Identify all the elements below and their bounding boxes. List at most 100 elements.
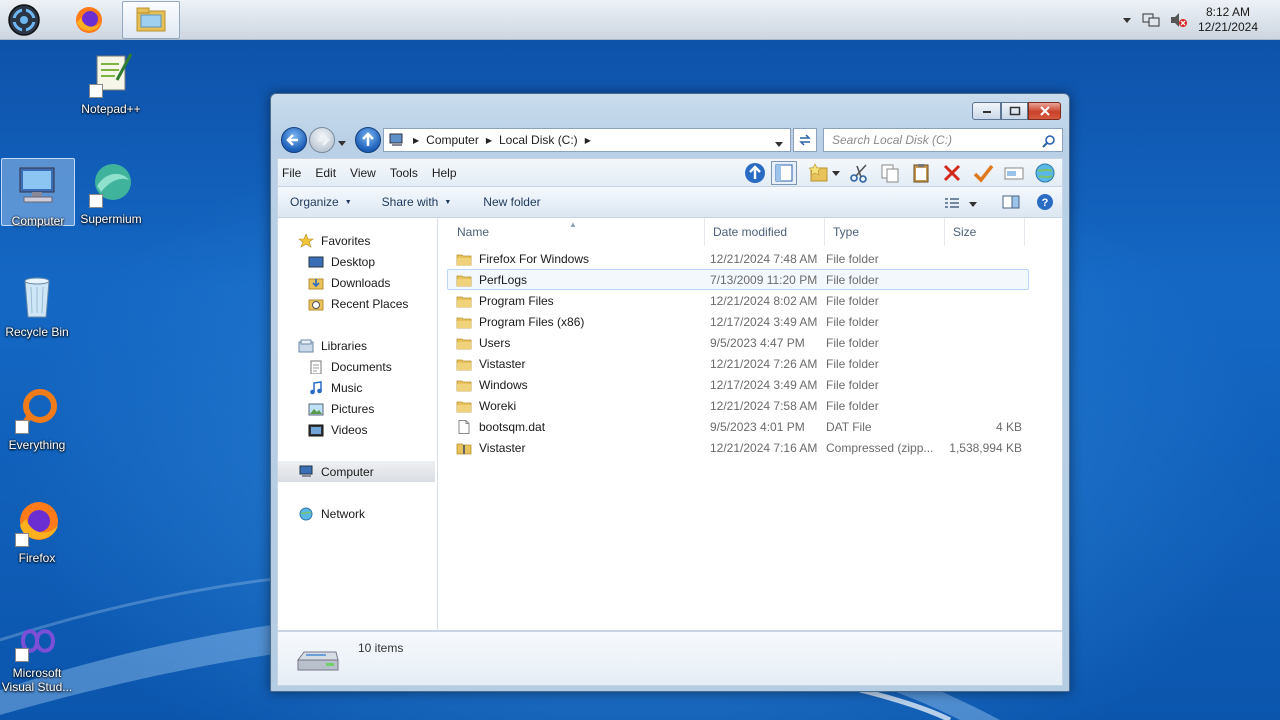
toolbar-delete-button[interactable] [939, 161, 965, 185]
address-bar[interactable]: ▶ Computer ▶ Local Disk (C:) ▶ [383, 128, 791, 152]
toolbar-preview-pane-button[interactable] [771, 161, 797, 185]
nav-downloads[interactable]: Downloads [278, 272, 437, 293]
folder-icon [456, 359, 472, 370]
forward-button[interactable] [309, 127, 335, 153]
menu-bar: File Edit View Tools Help [277, 158, 1063, 186]
triangle-down-icon [1122, 18, 1131, 23]
address-history-dropdown[interactable] [774, 137, 784, 151]
desktop-icon-computer[interactable]: Computer [1, 158, 75, 228]
desktop-icon-visual-studio[interactable]: Microsoft Visual Stud... [0, 624, 74, 694]
nav-pictures[interactable]: Pictures [278, 398, 437, 419]
table-row[interactable]: Windows 12/17/2024 3:49 AM File folder [447, 374, 1029, 395]
desktop-icon-recycle-bin[interactable]: Recycle Bin [0, 273, 74, 339]
visual-studio-icon [13, 624, 61, 662]
desktop-icon-firefox[interactable]: Firefox [0, 499, 74, 565]
nav-videos[interactable]: Videos [278, 419, 437, 440]
column-name[interactable]: ▲ Name [439, 218, 705, 246]
desktop-icon-everything[interactable]: Everything [0, 386, 74, 452]
show-hidden-icons-button[interactable] [1122, 16, 1132, 24]
maximize-button[interactable] [1001, 102, 1028, 120]
icon-toolbar [737, 161, 1058, 185]
toolbar-paste-button[interactable] [908, 161, 934, 185]
nav-desktop[interactable]: Desktop [278, 251, 437, 272]
desktop-icon-supermium[interactable]: Supermium [74, 160, 148, 226]
preview-pane-button[interactable] [1002, 195, 1020, 212]
scissors-icon [850, 164, 867, 183]
new-folder-button[interactable]: New folder [461, 195, 550, 209]
start-button[interactable] [6, 3, 42, 37]
nav-libraries[interactable]: Libraries [278, 335, 437, 356]
minimize-button[interactable] [972, 102, 1001, 120]
help-button[interactable]: ? [1036, 193, 1054, 214]
libraries-icon [298, 339, 314, 352]
table-row[interactable]: Woreki 12/21/2024 7:58 AM File folder [447, 395, 1029, 416]
taskbar-clock[interactable]: 8:12 AM 12/21/2024 [1198, 5, 1258, 35]
toolbar-folders-dropdown[interactable] [831, 161, 841, 185]
menu-view[interactable]: View [343, 166, 383, 180]
volume-tray-button[interactable] [1170, 12, 1188, 28]
breadcrumb-separator[interactable]: ▶ [413, 136, 419, 145]
nav-label: Computer [321, 464, 374, 479]
toolbar-rename-button[interactable] [1001, 161, 1027, 185]
table-row[interactable]: PerfLogs 7/13/2009 11:20 PM File folder [447, 269, 1029, 290]
recent-pages-dropdown[interactable] [337, 136, 347, 150]
menu-edit[interactable]: Edit [308, 166, 343, 180]
nav-favorites[interactable]: Favorites [278, 230, 437, 251]
toolbar-up-button[interactable] [742, 161, 768, 185]
chevron-down-icon [338, 141, 346, 146]
menu-help[interactable]: Help [425, 166, 464, 180]
taskbar-firefox-button[interactable] [60, 1, 118, 39]
column-date-modified[interactable]: Date modified [705, 218, 825, 246]
share-with-button[interactable]: Share with ▼ [362, 195, 462, 209]
table-row[interactable]: Program Files (x86) 12/17/2024 3:49 AM Fil… [447, 311, 1029, 332]
menu-tools[interactable]: Tools [383, 166, 425, 180]
table-row[interactable]: Users 9/5/2023 4:47 PM File folder [447, 332, 1029, 353]
globe-icon [1035, 163, 1055, 183]
checkmark-icon [973, 164, 994, 183]
breadcrumb-separator[interactable]: ▶ [486, 136, 492, 145]
change-view-button[interactable] [944, 197, 978, 211]
search-input[interactable] [832, 133, 1037, 147]
nav-computer[interactable]: Computer [278, 461, 435, 482]
toolbar-properties-button[interactable] [970, 161, 996, 185]
desktop-icon-label: Supermium [80, 212, 142, 226]
organize-button[interactable]: Organize ▼ [278, 195, 362, 209]
column-type[interactable]: Type [825, 218, 945, 246]
chevron-down-icon: ▼ [344, 198, 352, 206]
file-date: 12/17/2024 3:49 AM [710, 377, 818, 392]
pane-icon [775, 164, 793, 182]
file-type: File folder [826, 398, 879, 413]
refresh-button[interactable] [793, 128, 817, 152]
up-button[interactable] [355, 127, 381, 153]
nav-documents[interactable]: Documents [278, 356, 437, 377]
table-row[interactable]: bootsqm.dat 9/5/2023 4:01 PM DAT File 4 KB [447, 416, 1029, 437]
file-name-cell: Vistaster [448, 357, 706, 371]
search-box[interactable] [823, 128, 1063, 152]
desktop-icon-notepadpp[interactable]: Notepad++ [74, 50, 148, 116]
network-tray-button[interactable] [1142, 12, 1160, 28]
table-row[interactable]: Vistaster 12/21/2024 7:26 AM File folder [447, 353, 1029, 374]
menu-file[interactable]: File [278, 166, 308, 180]
folder-icon [456, 254, 472, 265]
nav-music[interactable]: Music [278, 377, 437, 398]
toolbar-folders-button[interactable] [809, 161, 829, 185]
toolbar-network-button[interactable] [1032, 161, 1058, 185]
back-button[interactable] [281, 127, 307, 153]
column-size[interactable]: Size [945, 218, 1025, 246]
breadcrumb-computer[interactable]: Computer [426, 133, 479, 147]
column-date-label: Date modified [713, 225, 788, 239]
table-row[interactable]: Program Files 12/21/2024 8:02 AM File fold… [447, 290, 1029, 311]
file-name: PerfLogs [479, 272, 528, 287]
breadcrumb-separator[interactable]: ▶ [585, 136, 591, 145]
nav-network[interactable]: Network [278, 503, 437, 524]
toolbar-copy-button[interactable] [877, 161, 903, 185]
nav-recent-places[interactable]: Recent Places [278, 293, 437, 314]
table-row[interactable]: Vistaster 12/21/2024 7:16 AM Compressed (z… [447, 437, 1029, 458]
toolbar-cut-button[interactable] [846, 161, 872, 185]
taskbar-explorer-button[interactable] [122, 1, 180, 39]
table-row[interactable]: Firefox For Windows 12/21/2024 7:48 AM Fil… [447, 248, 1029, 269]
nav-label: Videos [331, 422, 368, 437]
arrow-left-icon [286, 134, 298, 146]
breadcrumb-local-disk[interactable]: Local Disk (C:) [499, 133, 578, 147]
close-button[interactable] [1028, 102, 1061, 120]
